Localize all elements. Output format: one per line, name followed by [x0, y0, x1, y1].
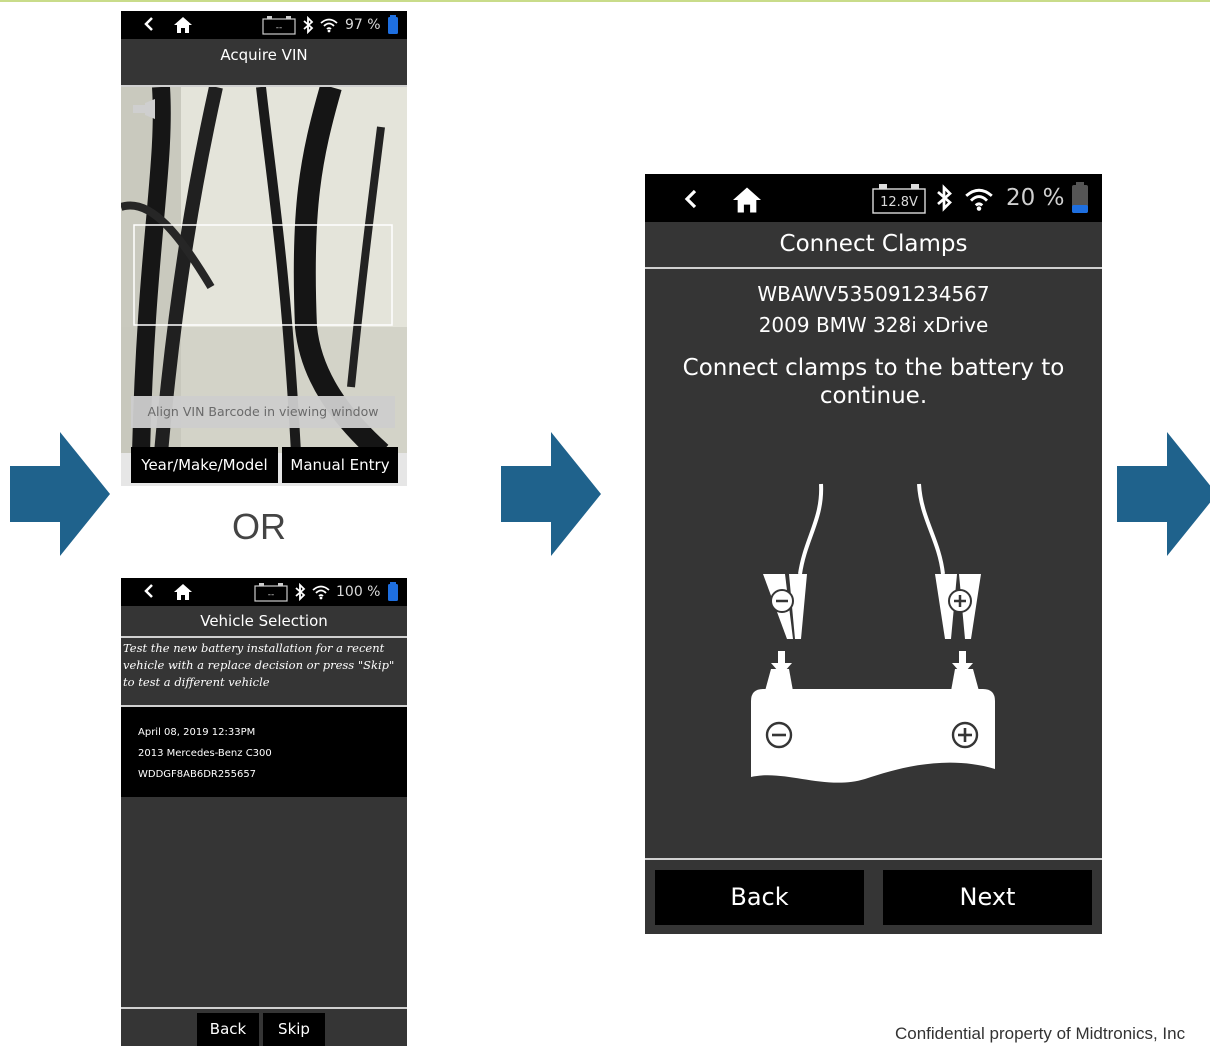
battery-percent: 100 %	[336, 584, 381, 600]
battery-percent: 20 %	[1006, 185, 1065, 211]
divider	[645, 267, 1102, 269]
screen-title: Vehicle Selection	[121, 606, 407, 636]
back-chevron-icon[interactable]	[143, 583, 155, 603]
status-bar: 12.8V 20 %	[645, 174, 1102, 222]
divider	[121, 636, 407, 638]
battery-clamp-icon: --	[254, 582, 288, 606]
flow-arrow-right-icon	[10, 432, 110, 556]
year-make-model-button[interactable]: Year/Make/Model	[131, 447, 278, 483]
home-icon[interactable]	[173, 583, 193, 605]
recent-vehicle-item[interactable]: April 08, 2019 12:33PM 2013 Mercedes-Ben…	[121, 707, 407, 797]
next-button[interactable]: Next	[883, 870, 1092, 925]
status-bar: -- 97 %	[121, 11, 407, 39]
divider	[121, 1007, 407, 1009]
back-chevron-icon[interactable]	[683, 188, 699, 214]
back-button[interactable]: Back	[655, 870, 864, 925]
flow-arrow-right-icon	[1117, 432, 1210, 556]
scan-hint: Align VIN Barcode in viewing window	[131, 396, 395, 428]
back-button[interactable]: Back	[197, 1013, 259, 1046]
recent-vehicle: 2013 Mercedes-Benz C300	[138, 748, 272, 759]
battery-clamps-illustration	[745, 479, 1005, 803]
flow-arrow-right-icon	[501, 432, 601, 556]
bluetooth-icon	[294, 582, 306, 605]
skip-button[interactable]: Skip	[263, 1013, 325, 1046]
wifi-icon	[311, 584, 331, 604]
battery-icon	[387, 15, 399, 39]
wifi-icon	[963, 186, 995, 216]
recent-date: April 08, 2019 12:33PM	[138, 727, 256, 738]
connect-clamps-screen: 12.8V 20 % Connect Clamps WBAWV535091234…	[645, 174, 1102, 934]
instruction-message: Connect clamps to the battery to continu…	[682, 355, 1065, 409]
divider	[645, 858, 1102, 860]
acquire-vin-screen: -- 97 % Acquire VIN Align VIN Barcode in…	[121, 11, 407, 486]
vehicle-name: 2009 BMW 328i xDrive	[758, 313, 989, 337]
home-icon[interactable]	[173, 16, 193, 38]
instructions-text: Test the new battery installation for a …	[123, 641, 395, 689]
vehicle-selection-screen: -- 100 % Vehicle Selection Test the new …	[121, 578, 407, 1046]
bluetooth-icon	[935, 184, 953, 216]
bluetooth-icon	[302, 15, 314, 38]
clamp-voltage: 12.8V	[880, 195, 918, 210]
screen-title: Connect Clamps	[645, 222, 1102, 267]
confidential-footer: Confidential property of Midtronics, Inc	[895, 1024, 1186, 1043]
battery-icon	[387, 582, 399, 606]
status-bar: -- 100 %	[121, 578, 407, 606]
svg-text:--: --	[268, 590, 275, 600]
battery-percent: 97 %	[345, 17, 381, 33]
battery-clamp-icon: --	[262, 15, 296, 39]
vehicle-vin: WBAWV535091234567	[757, 282, 990, 306]
home-icon[interactable]	[731, 186, 763, 218]
recent-vin: WDDGF8AB6DR255657	[138, 769, 257, 780]
manual-entry-button[interactable]: Manual Entry	[282, 447, 398, 483]
or-label: OR	[232, 506, 286, 547]
svg-text:--: --	[276, 23, 283, 33]
top-accent-line	[0, 0, 1210, 2]
screen-title: Acquire VIN	[121, 39, 407, 85]
wifi-icon	[319, 17, 339, 37]
battery-icon	[1071, 182, 1089, 218]
back-chevron-icon[interactable]	[143, 16, 155, 36]
